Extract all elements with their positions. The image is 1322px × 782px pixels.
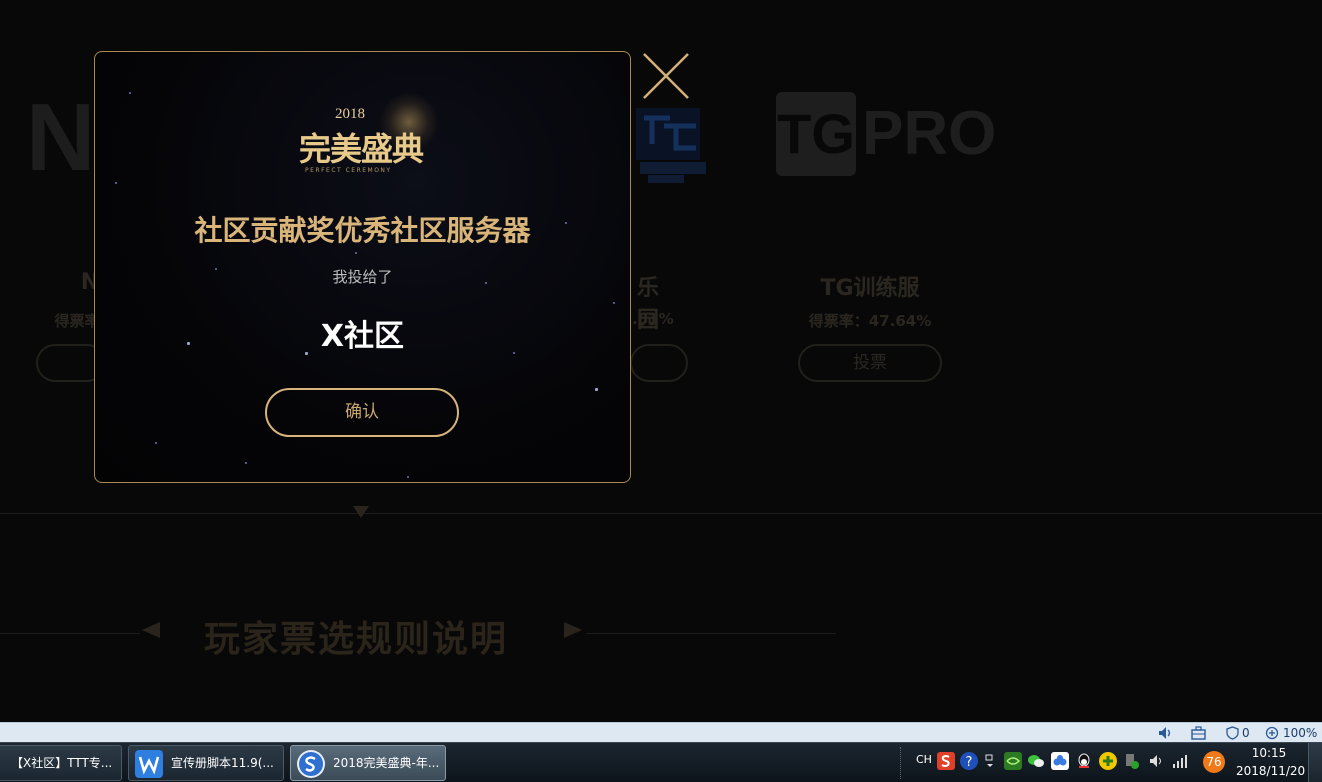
confirm-button[interactable]: 确认 <box>265 388 459 437</box>
tray-grip <box>900 747 906 779</box>
voted-for-label: 我投给了 <box>332 268 393 286</box>
close-icon[interactable] <box>641 52 691 100</box>
sogou-input-icon[interactable] <box>937 752 955 770</box>
n-logo: N <box>26 84 96 191</box>
browser-status-bar: 0 100% <box>0 722 1322 742</box>
divider-arrow-icon <box>353 506 369 518</box>
arrow-right-icon <box>564 622 582 638</box>
performance-badge[interactable]: 76 <box>1203 751 1225 773</box>
clock-date[interactable]: 2018/11/20 <box>1236 764 1305 778</box>
park-logo <box>636 108 706 183</box>
help-icon[interactable]: ? <box>960 752 978 770</box>
candidate-rate-3: 得票率：47.64% <box>808 312 932 330</box>
badge-title: 完美盛典 <box>299 130 424 168</box>
network-signal-icon[interactable] <box>1171 752 1189 770</box>
volume-icon[interactable] <box>1148 752 1166 770</box>
voted-choice: X社区 <box>320 319 405 354</box>
rules-divider-right <box>586 633 836 634</box>
show-desktop-button[interactable] <box>1308 743 1322 782</box>
ime-indicator[interactable]: CH <box>916 753 932 766</box>
taskbar-item-x-community[interactable]: 【X社区】TTT专... <box>0 745 122 781</box>
section-divider <box>0 513 1322 514</box>
tray-expand-icon[interactable] <box>984 752 996 770</box>
tg-pro-logo: TG PRO <box>776 92 996 176</box>
speaker-icon[interactable] <box>1158 726 1173 740</box>
wechat-icon[interactable] <box>1027 752 1045 770</box>
taskbar-item-browser[interactable]: 2018完美盛典-年... <box>290 745 446 781</box>
task-label-2: 宣传册脚本11.9(... <box>171 756 274 770</box>
nvidia-icon[interactable] <box>1004 752 1022 770</box>
tg-logo-pro: PRO <box>862 99 997 168</box>
toolbox-icon[interactable] <box>1191 726 1206 740</box>
candidate-rate-2: .81% <box>632 310 674 328</box>
qq-icon[interactable] <box>1075 752 1093 770</box>
ceremony-badge: 2018 完美盛典 PERFECT CEREMONY <box>291 92 441 212</box>
svg-text:?: ? <box>966 755 973 770</box>
security-plus-icon[interactable] <box>1099 752 1117 770</box>
rules-divider-left <box>0 633 140 634</box>
badge-subtitle: PERFECT CEREMONY <box>305 167 392 174</box>
vote-button-3[interactable]: 投票 <box>798 344 942 382</box>
award-title: 社区贡献奖优秀社区服务器 <box>194 214 531 247</box>
sogou-browser-icon <box>297 750 325 778</box>
clock-time[interactable]: 10:15 <box>1236 746 1302 760</box>
badge-year: 2018 <box>335 106 365 122</box>
arrow-left-icon <box>142 622 160 638</box>
vote-confirm-dialog: 2018 完美盛典 PERFECT CEREMONY 社区贡献奖优秀社区服务器 … <box>94 51 631 483</box>
vote-button-2[interactable] <box>630 344 688 382</box>
usb-device-icon[interactable] <box>1123 752 1141 770</box>
zoom-level[interactable]: 100% <box>1283 725 1317 741</box>
candidate-name-3: TG训练服 <box>820 276 920 301</box>
zoom-icon[interactable] <box>1265 726 1280 740</box>
cloud-app-icon[interactable] <box>1051 752 1069 770</box>
task-label-1: 【X社区】TTT专... <box>11 756 113 770</box>
adblock-shield-icon[interactable] <box>1225 726 1240 740</box>
popup-count: 0 <box>1242 726 1250 740</box>
wps-writer-icon <box>135 750 163 778</box>
taskbar-item-wps[interactable]: 宣传册脚本11.9(... <box>128 745 284 781</box>
page: N TG PRO N 得票率 乐园 .81% TG训练服 得票率：47.64% … <box>0 0 1322 782</box>
tg-logo-box: TG <box>776 92 856 176</box>
task-label-3: 2018完美盛典-年... <box>333 756 440 770</box>
rules-title: 玩家票选规则说明 <box>204 619 509 660</box>
